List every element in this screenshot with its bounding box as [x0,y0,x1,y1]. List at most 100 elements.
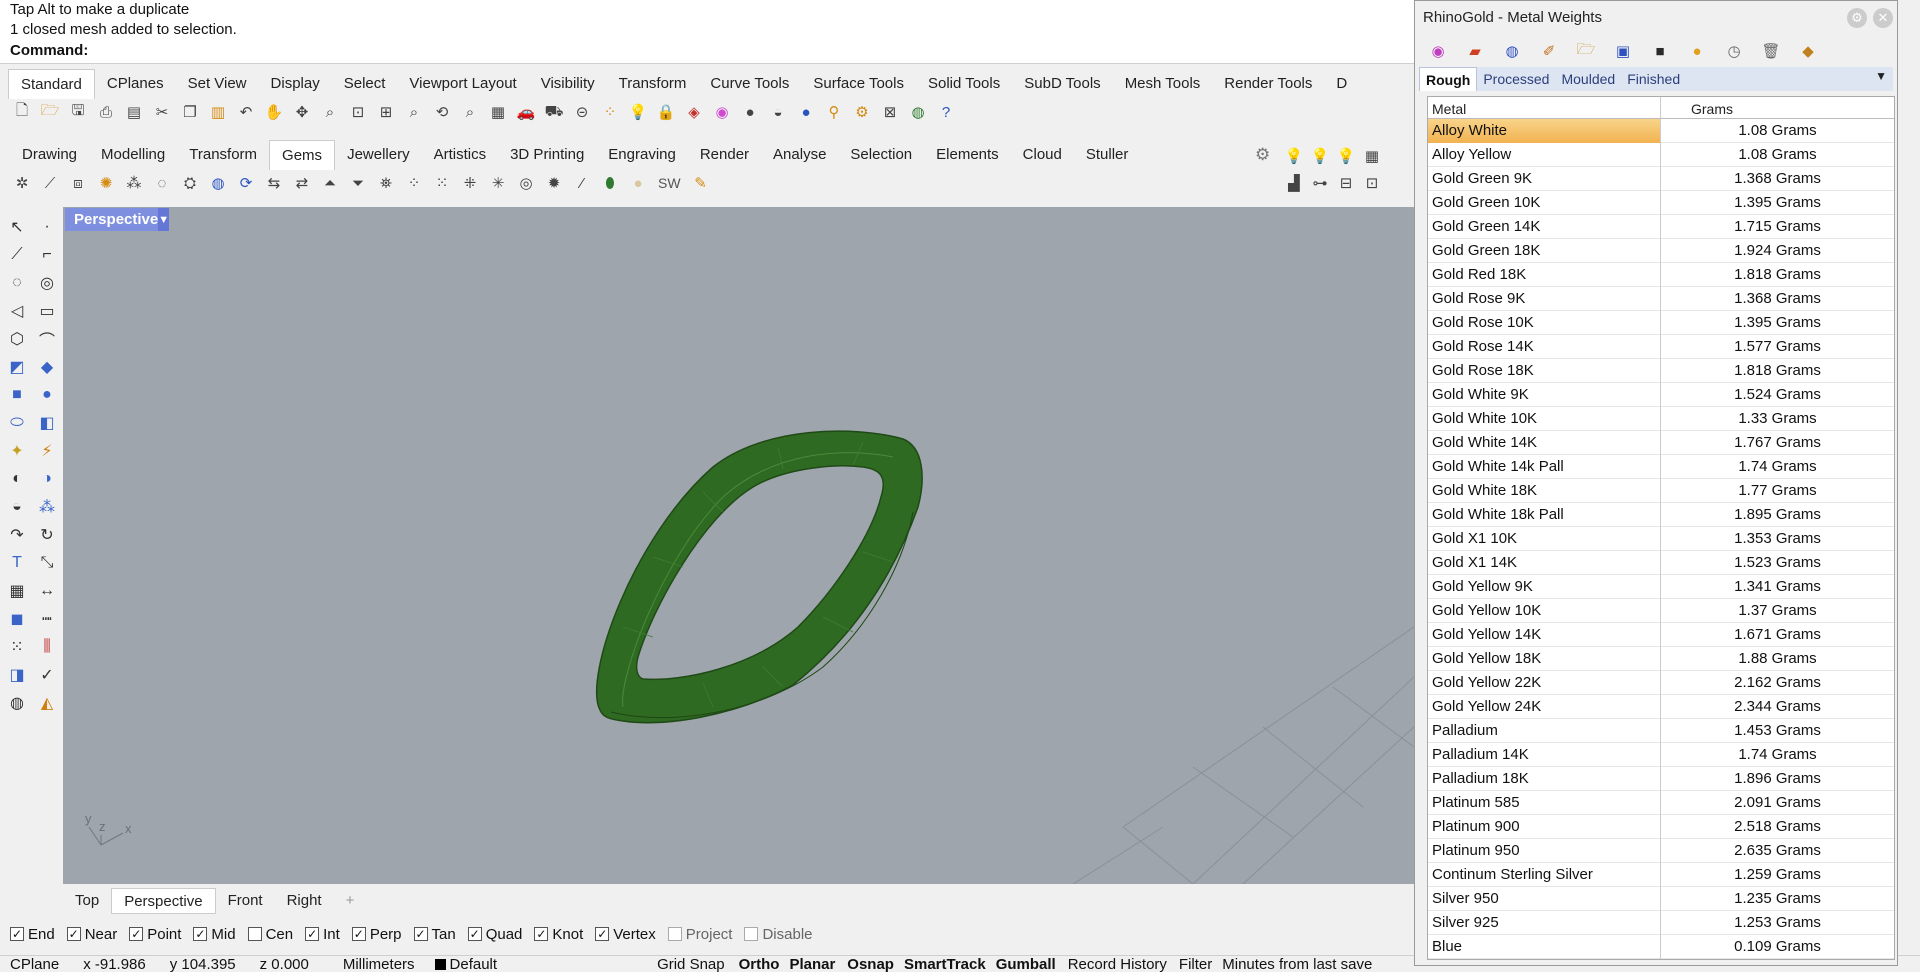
block-insert-icon[interactable]: ◼ [3,605,31,633]
trash-icon[interactable]: 🗑 [1760,40,1782,62]
table-row[interactable]: Silver 950 1.235 Grams [1428,886,1894,911]
table-row[interactable]: Alloy Yellow 1.08 Grams [1428,142,1894,167]
gem-rotate-icon[interactable]: ◍ [206,171,230,195]
osnap-int[interactable]: ✓ Int [305,926,340,943]
new-file-icon[interactable]: 🗋 [10,100,34,124]
paint-icon[interactable]: ◭ [33,689,61,717]
light-array-icon[interactable]: ▦ [1360,144,1384,168]
osnap-checkbox[interactable]: ✓ [467,927,482,941]
osnap-perp[interactable]: ✓ Perp [351,926,402,943]
scale-icon[interactable]: ⤡ [33,549,61,577]
viewport-title-tab[interactable]: Perspective ▼ [65,208,170,231]
arc-icon[interactable]: ◁ [3,297,31,325]
osnap-checkbox[interactable]: ✓ [66,927,81,941]
tab-moulded[interactable]: Moulded [1555,67,1621,91]
osnap-point[interactable]: ✓ Point [129,926,181,943]
light-icon[interactable]: 💡 [1282,144,1306,168]
tab-processed[interactable]: Processed [1477,67,1555,91]
tab-cplanes[interactable]: CPlanes [95,69,176,99]
record-history-toggle[interactable]: Record History [1062,956,1173,972]
cplane-icon[interactable]: ⊝ [570,100,594,124]
cut-icon[interactable]: ✂ [150,100,174,124]
gem-wand-icon[interactable]: ⁄ [570,171,594,195]
polygon-icon[interactable]: ⬡ [3,325,31,353]
dimension-icon[interactable]: ↔ [33,577,61,605]
tab-plugin-transform[interactable]: Transform [177,140,269,170]
osnap-knot[interactable]: ✓ Knot [534,926,583,943]
gem-round-icon[interactable]: ◎ [514,171,538,195]
perspective-viewport[interactable]: Perspective ▼ y z x [63,207,1414,884]
osnap-checkbox[interactable]: ✓ [129,927,144,941]
table-row[interactable]: Gold Red 18K 1.818 Grams [1428,262,1894,287]
table-row[interactable]: Platinum 585 2.091 Grams [1428,790,1894,815]
tab-cloud[interactable]: Cloud [1011,140,1074,170]
osnap-project[interactable]: Project [667,926,732,943]
osnap-checkbox[interactable]: ✓ [305,927,320,941]
table-row[interactable]: Gold Rose 10K 1.395 Grams [1428,310,1894,335]
box-icon[interactable]: ■ [3,381,31,409]
osnap-quad[interactable]: ✓ Quad [467,926,522,943]
render-sphere-icon[interactable]: ● [794,100,818,124]
table-row[interactable]: Gold Rose 18K 1.818 Grams [1428,358,1894,383]
frame-icon[interactable]: ⊡ [1360,171,1384,195]
named-views-icon[interactable]: ⛟ [542,100,566,124]
zoom-window-icon[interactable]: ⊡ [346,100,370,124]
table-row[interactable]: Gold Green 9K 1.368 Grams [1428,166,1894,191]
osnap-mid[interactable]: ✓ Mid [193,926,236,943]
zoom-dynamic-icon[interactable]: ⌕ [458,100,482,124]
gumball-toggle[interactable]: Gumball [990,956,1062,972]
tab-render-tools[interactable]: Render Tools [1212,69,1324,99]
table-row[interactable]: Silver 925 1.253 Grams [1428,910,1894,935]
table-row[interactable]: Gold White 10K 1.33 Grams [1428,406,1894,431]
tab-jewellery[interactable]: Jewellery [335,140,422,170]
rendered-sphere-icon[interactable]: ● [738,100,762,124]
tab-drawing[interactable]: Drawing [10,140,89,170]
gem-refresh-icon[interactable]: ⟳ [234,171,258,195]
tab-display[interactable]: Display [259,69,332,99]
filter-toggle[interactable]: Filter [1173,956,1218,972]
table-row[interactable]: Gold X1 14K 1.523 Grams [1428,550,1894,575]
boolean-split-icon[interactable]: ◑ [33,465,61,493]
cplane-label[interactable]: CPlane [0,956,69,972]
table-row[interactable]: Palladium 18K 1.896 Grams [1428,766,1894,791]
lock-icon[interactable]: 🔒 [654,100,678,124]
osnap-end[interactable]: ✓ End [10,926,55,943]
layout-icon[interactable]: ▟ [1282,171,1306,195]
tab-gems[interactable]: Gems [269,140,336,170]
gem-cutter-icon[interactable]: ⛭ [178,171,202,195]
table-row[interactable]: Gold Green 10K 1.395 Grams [1428,190,1894,215]
osnap-checkbox[interactable]: ✓ [595,927,610,941]
folder-icon[interactable]: 🗁 [1575,40,1597,62]
gem-move-icon[interactable]: ⇆ [262,171,286,195]
table-row[interactable]: Gold White 18K 1.77 Grams [1428,478,1894,503]
table-row[interactable]: Gold Rose 9K 1.368 Grams [1428,286,1894,311]
block-icon[interactable]: ⊟ [1334,171,1358,195]
brush-icon[interactable]: ✐ [1538,40,1560,62]
paste-icon[interactable]: ▥ [206,100,230,124]
lightning-icon[interactable]: ⚡ [33,437,61,465]
osnap-disable[interactable]: Disable [744,926,813,943]
gem-micro-icon[interactable]: ⁘ [402,171,426,195]
ghosted-sphere-icon[interactable]: ◒ [766,100,790,124]
panel-settings-gear-icon[interactable]: ⚙ [1847,8,1867,28]
polyline-icon[interactable]: ⟋ [3,241,31,269]
cylinder-icon[interactable]: ⬭ [3,409,31,437]
gem-bezel-icon[interactable]: ⁜ [458,171,482,195]
table-row[interactable]: Gold Green 18K 1.924 Grams [1428,238,1894,263]
gem-cluster-icon[interactable]: ✺ [94,171,118,195]
tab-solid-tools[interactable]: Solid Tools [916,69,1012,99]
column-header-grams[interactable]: Grams [1661,97,1894,118]
pearl-icon[interactable]: ● [626,171,650,195]
cluster-icon[interactable]: ⁂ [33,493,61,521]
gem-halo-icon[interactable]: ✳ [486,171,510,195]
layer-icon[interactable]: ◈ [682,100,706,124]
spot-light-icon[interactable]: 💡 [1334,144,1358,168]
gem-align-icon[interactable]: ⇄ [290,171,314,195]
smarttrack-toggle[interactable]: SmartTrack [900,956,990,972]
light-on-icon[interactable]: 💡 [1308,144,1332,168]
osnap-vertex[interactable]: ✓ Vertex [595,926,656,943]
osnap-checkbox[interactable]: ✓ [534,927,549,941]
table-row[interactable]: Gold White 18k Pall 1.895 Grams [1428,502,1894,527]
color-wheel-icon[interactable]: ◉ [710,100,734,124]
tab-analyse[interactable]: Analyse [761,140,838,170]
